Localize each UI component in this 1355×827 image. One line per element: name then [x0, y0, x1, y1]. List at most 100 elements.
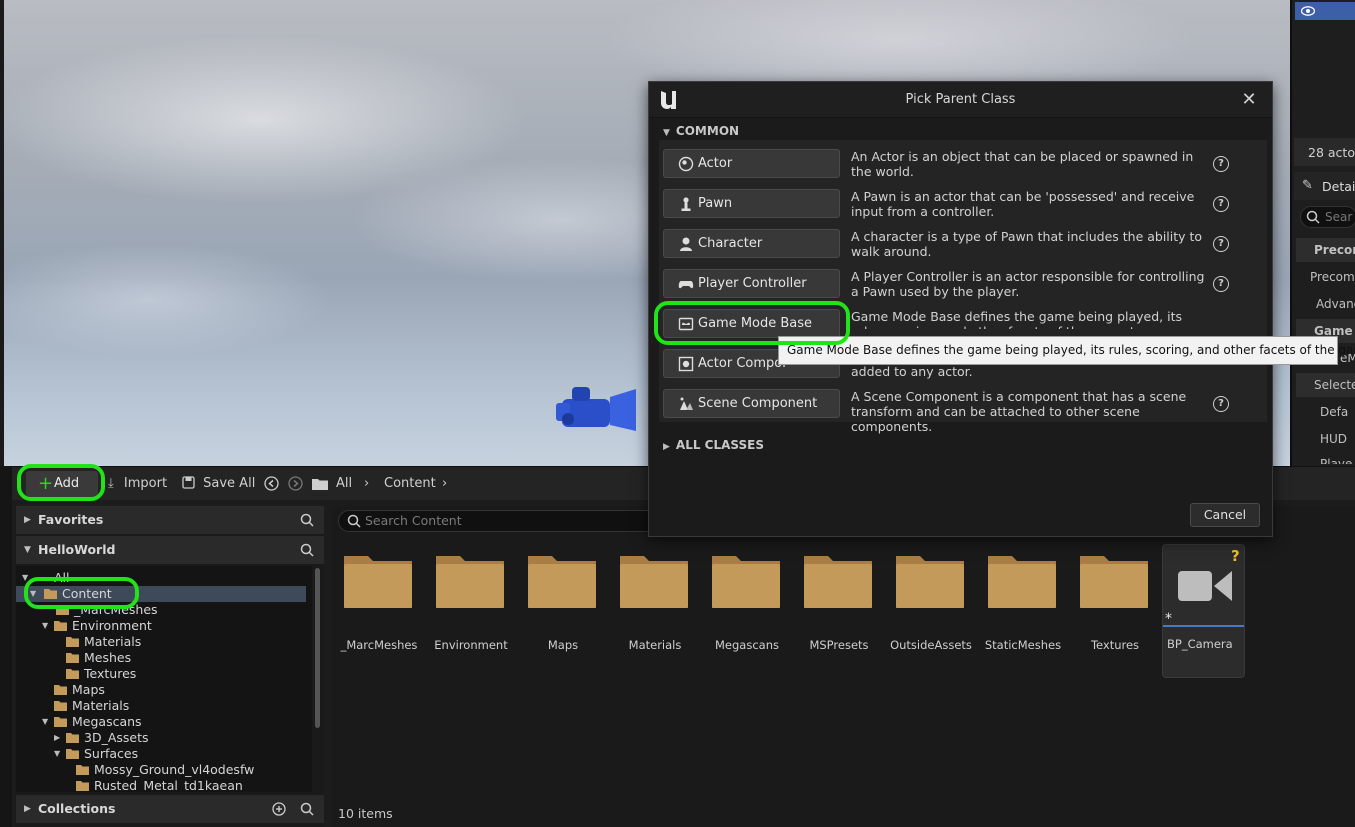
- help-icon[interactable]: ?: [1213, 396, 1229, 412]
- tree-item[interactable]: ▼ Surfaces: [52, 746, 138, 762]
- folder-open-icon: [66, 749, 79, 759]
- breadcrumb-all[interactable]: All: [336, 475, 352, 493]
- folder-icon: [712, 556, 780, 608]
- tree-item[interactable]: Materials: [66, 634, 141, 650]
- tree-item[interactable]: ▼ All: [20, 570, 70, 586]
- save-icon: [182, 476, 195, 489]
- tree-item[interactable]: ▼ Environment: [40, 618, 152, 634]
- cancel-button[interactable]: Cancel: [1190, 503, 1260, 527]
- folder-label: _MarcMeshes: [340, 638, 418, 652]
- search-icon[interactable]: [300, 543, 314, 557]
- details-row[interactable]: Selected: [1296, 373, 1355, 397]
- help-icon[interactable]: ?: [1213, 196, 1229, 212]
- folder-icon: [54, 701, 67, 711]
- details-tab[interactable]: ✎ Details: [1294, 172, 1355, 200]
- tree-item[interactable]: ▼ Content: [28, 586, 112, 602]
- tree-item[interactable]: _MarcMeshes: [56, 602, 158, 618]
- tree-item-label: Materials: [72, 698, 130, 713]
- folder-tile[interactable]: MSPresets: [796, 552, 882, 662]
- tree-item[interactable]: ▼ Megascans: [40, 714, 142, 730]
- common-label: COMMON: [675, 124, 740, 138]
- right-panels: 28 actor ✎ Details Sear Precom Precom Ad…: [1290, 0, 1355, 466]
- folder-tile[interactable]: Textures: [1072, 552, 1158, 662]
- tree-item-label: Environment: [72, 618, 152, 633]
- tree-item[interactable]: Materials: [54, 698, 129, 714]
- all-classes-section-header[interactable]: ▶ ALL CLASSES: [663, 435, 764, 455]
- folder-icon: [56, 605, 69, 615]
- folder-nav-icon[interactable]: [312, 477, 328, 490]
- chevron-right-icon: ▶: [663, 442, 670, 452]
- help-icon[interactable]: ?: [1213, 276, 1229, 292]
- class-label: Player Controller: [698, 276, 807, 291]
- folder-open-icon: [54, 717, 67, 727]
- folder-icon: [528, 556, 596, 608]
- character-class-button[interactable]: Character: [663, 229, 840, 258]
- bp-camera-asset[interactable]: ? * BP_Camera: [1162, 544, 1245, 678]
- folder-open-icon: [44, 589, 57, 599]
- details-row[interactable]: Precom: [1296, 238, 1355, 262]
- folder-tile[interactable]: Megascans: [704, 552, 790, 662]
- search-icon: [1306, 210, 1320, 224]
- tree-item[interactable]: Rusted_Metal_td1kaean: [76, 778, 243, 792]
- folder-tile[interactable]: OutsideAssets: [888, 552, 974, 662]
- folder-icon: [1080, 556, 1148, 608]
- chevron-down-icon: ▼: [24, 545, 31, 555]
- class-row-pawn: Pawn A Pawn is an actor that can be 'pos…: [663, 189, 1263, 229]
- folder-label: Maps: [547, 638, 579, 652]
- folder-icon: [344, 556, 412, 608]
- tree-item-label: _MarcMeshes: [74, 602, 158, 617]
- add-button[interactable]: + Add: [26, 471, 98, 497]
- breadcrumb-content[interactable]: Content: [384, 475, 436, 493]
- details-search[interactable]: Sear: [1300, 206, 1355, 228]
- tree-item[interactable]: Meshes: [66, 650, 131, 666]
- all-classes-label: ALL CLASSES: [675, 438, 765, 452]
- collections-header[interactable]: ▶ Collections: [16, 795, 324, 823]
- content-search-input[interactable]: Search Content: [338, 510, 658, 532]
- help-icon[interactable]: ?: [1213, 156, 1229, 172]
- details-row[interactable]: Advance: [1296, 292, 1355, 316]
- folder-label: StaticMeshes: [984, 638, 1062, 652]
- tree-item[interactable]: Maps: [54, 682, 105, 698]
- chevron-down-icon: ▼: [30, 589, 37, 598]
- add-collection-icon[interactable]: [272, 802, 286, 816]
- forward-arrow-icon[interactable]: [288, 476, 303, 491]
- folder-tile[interactable]: Materials: [612, 552, 698, 662]
- player-controller-class-button[interactable]: Player Controller: [663, 269, 840, 298]
- favorites-header[interactable]: ▶ Favorites: [16, 506, 324, 534]
- folder-label: Megascans: [715, 638, 779, 652]
- camera-actor-icon[interactable]: [548, 385, 638, 437]
- folder-tile[interactable]: _MarcMeshes: [336, 552, 422, 662]
- chevron-down-icon: ▼: [54, 749, 61, 758]
- folder-label: Textures: [1090, 638, 1140, 652]
- actor-class-button[interactable]: Actor: [663, 149, 840, 178]
- tree-item[interactable]: Textures: [66, 666, 136, 682]
- chevron-right-icon: ▶: [54, 733, 61, 742]
- chevron-right-icon[interactable]: ›: [442, 475, 447, 493]
- folder-tile[interactable]: Maps: [520, 552, 606, 662]
- common-section-header[interactable]: ▼ COMMON: [663, 121, 739, 141]
- folder-tile[interactable]: StaticMeshes: [980, 552, 1066, 662]
- viewport-border: [0, 0, 4, 466]
- visibility-eye-icon[interactable]: [1295, 2, 1355, 20]
- tree-item[interactable]: ▶ 3D_Assets: [52, 730, 149, 746]
- class-description: Game Mode Base defines the game being pl…: [851, 309, 1182, 329]
- gamepad-icon: [678, 281, 694, 289]
- tree-scrollbar[interactable]: [315, 568, 320, 728]
- scene-component-class-button[interactable]: Scene Component: [663, 389, 840, 418]
- folder-tile[interactable]: Environment: [428, 552, 514, 662]
- search-icon[interactable]: [300, 513, 314, 527]
- pawn-class-button[interactable]: Pawn: [663, 189, 840, 218]
- tree-item[interactable]: Mossy_Ground_vl4odesfw: [76, 762, 254, 778]
- plus-icon: +: [38, 473, 54, 494]
- class-description: A character is a type of Pawn that inclu…: [851, 229, 1203, 259]
- help-icon[interactable]: ?: [1213, 236, 1229, 252]
- project-header[interactable]: ▼ HelloWorld: [16, 536, 324, 564]
- game-mode-base-class-button[interactable]: Game Mode Base: [663, 309, 840, 338]
- search-icon[interactable]: [300, 802, 314, 816]
- tree-item-label: Meshes: [84, 650, 132, 665]
- search-icon: [347, 514, 361, 528]
- back-arrow-icon[interactable]: [264, 476, 279, 491]
- close-icon[interactable]: ✕: [1239, 90, 1259, 110]
- save-all-button[interactable]: Save All: [182, 475, 255, 493]
- import-button[interactable]: ⤓ Import: [108, 475, 167, 493]
